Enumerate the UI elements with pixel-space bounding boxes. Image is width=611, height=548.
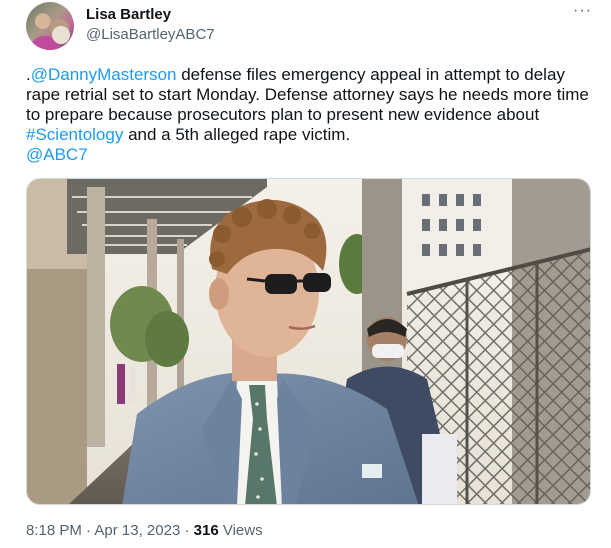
tweet-photo[interactable]: [26, 178, 591, 505]
hashtag-link[interactable]: #Scientology: [26, 125, 123, 144]
more-options-icon[interactable]: ···: [573, 2, 592, 20]
tweet-text-part: and a 5th alleged rape victim.: [123, 125, 351, 144]
author-name[interactable]: Lisa Bartley: [86, 6, 171, 23]
tweet-metadata: 8:18 PM · Apr 13, 2023 · 316 Views: [26, 522, 263, 539]
avatar[interactable]: [26, 2, 74, 50]
tweet-date[interactable]: Apr 13, 2023: [94, 522, 180, 539]
tweet-text: .@DannyMasterson defense files emergency…: [26, 65, 591, 165]
photo-scene: [27, 179, 590, 504]
views-label: Views: [218, 522, 263, 539]
separator-dot: ·: [81, 522, 95, 539]
views-count: 316: [193, 522, 219, 539]
tweet-time[interactable]: 8:18 PM: [26, 522, 82, 539]
tweet: Lisa Bartley @LisaBartleyABC7 ··· .@Dann…: [0, 0, 611, 548]
avatar-dog: [52, 26, 70, 44]
mention-link[interactable]: @ABC7: [26, 145, 88, 164]
mention-link[interactable]: @DannyMasterson: [31, 65, 177, 84]
author-handle[interactable]: @LisaBartleyABC7: [86, 26, 215, 43]
separator-dot: ·: [180, 522, 194, 539]
